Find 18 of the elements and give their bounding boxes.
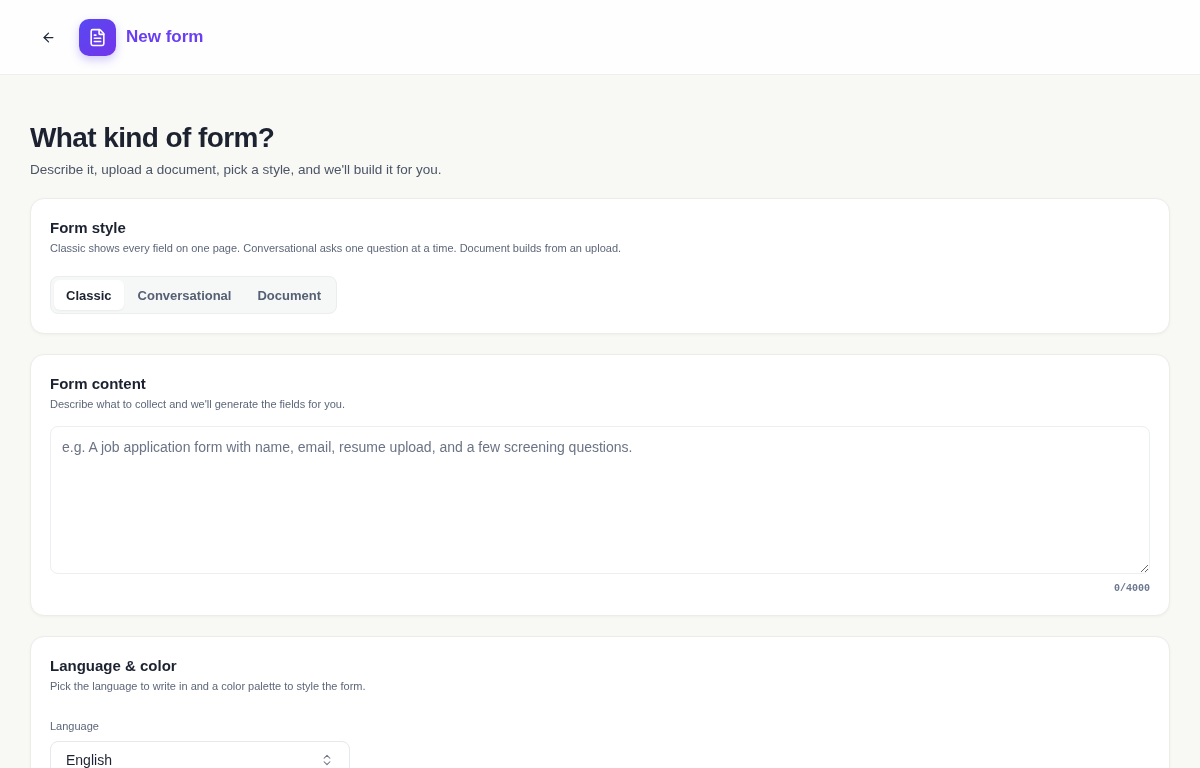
character-counter: 0/4000 [1114,582,1150,596]
document-icon [79,18,116,56]
style-tab[interactable]: Classic [54,280,124,310]
page-subtitle: Describe it, upload a document, pick a style, and we'll build it for you. [30,161,443,179]
style-tab[interactable]: Conversational [125,280,244,310]
style-tab[interactable]: Document [245,280,334,310]
section-title: Language & color [50,657,178,675]
field-label: Language [50,719,100,734]
description-field[interactable]: e.g. A job application form with name, email, resume upload, and a few screening questions. [50,426,1150,574]
section-title: Form content [50,375,147,393]
chevrons-up-down-icon [320,753,334,767]
language-select[interactable]: English [50,741,350,768]
app-title: New form [126,27,204,47]
section-description: Classic shows every field on one page. Conversational asks one question at a time. Document builds from an upload. [50,241,623,256]
section-title: Form style [50,219,127,237]
page-title: What kind of form? [30,121,276,155]
section-description: Pick the language to write in and a color palette to style the form. [50,679,367,694]
section-description: Describe what to collect and we'll generate the fields for you. [50,397,346,412]
